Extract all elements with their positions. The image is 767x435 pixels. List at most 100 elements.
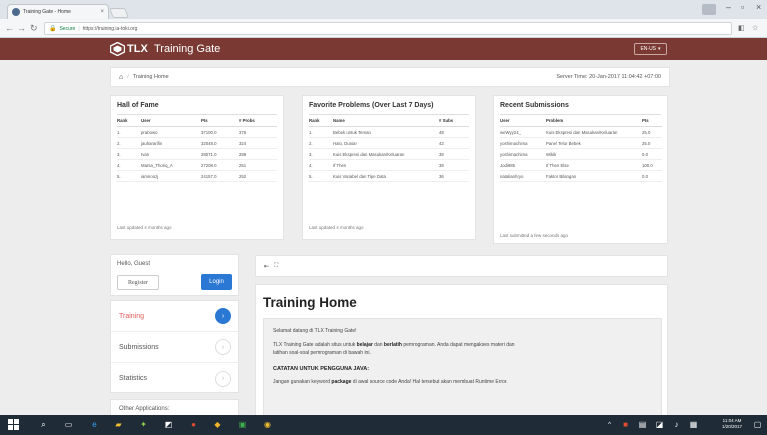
- minimize-icon[interactable]: –: [726, 2, 731, 12]
- collapse-sidebar-icon[interactable]: ⇤: [264, 263, 269, 270]
- back-icon[interactable]: ←: [5, 23, 14, 33]
- file-explorer-icon[interactable]: ▰: [113, 419, 124, 430]
- recent-submissions-card: Recent Submissions User Problem Pts weWy…: [493, 95, 668, 244]
- home-icon[interactable]: ⌂: [119, 74, 123, 81]
- url-input[interactable]: 🔒 Secure | https://training.ia-toki.org: [44, 22, 732, 35]
- sidebar-menu: Training › Submissions › Statistics ›: [110, 300, 239, 393]
- tray-volume-icon[interactable]: ◪: [654, 419, 665, 430]
- taskbar-clock[interactable]: 11:04 AM 1/20/2017: [722, 418, 742, 430]
- table-row: 1. Bebek untuk Teman 48: [309, 126, 469, 138]
- problem-link[interactable]: If Then: [333, 159, 439, 171]
- user-link[interactable]: jauhararifin: [141, 137, 201, 149]
- user-link[interactable]: yoshimachima: [500, 137, 546, 149]
- problem-link[interactable]: Panel Telur Bebek: [546, 137, 642, 149]
- bookmark-star-icon[interactable]: ☆: [752, 24, 758, 32]
- brand-name[interactable]: TLX: [127, 43, 148, 55]
- other-applications-label: Other Applications:: [119, 406, 170, 412]
- rank-cell: 3.: [309, 148, 333, 160]
- user-link[interactable]: iamnoozj: [141, 170, 201, 182]
- table-header-row: Rank User Pts # Probs: [117, 118, 277, 127]
- problem-link[interactable]: Bebek untuk Teman: [333, 126, 439, 138]
- tray-network-icon[interactable]: ▤: [637, 419, 648, 430]
- notifications-icon[interactable]: ▢: [752, 419, 763, 430]
- maximize-icon[interactable]: ▫: [741, 2, 744, 12]
- chevron-right-icon: ›: [215, 370, 231, 387]
- table-row: Jodi985 If Then Else 100.0: [500, 159, 662, 171]
- brand-subtitle[interactable]: Training Gate: [154, 43, 220, 55]
- column-header: Pts: [201, 118, 239, 127]
- favorite-problems-card: Favorite Problems (Over Last 7 Days) Ran…: [302, 95, 476, 240]
- intro-and: dan: [374, 342, 383, 348]
- reload-icon[interactable]: ↻: [30, 23, 38, 34]
- sidebar-item-training[interactable]: Training ›: [111, 301, 238, 332]
- subs-cell: 48: [439, 126, 469, 138]
- task-view-icon[interactable]: ▭: [63, 419, 74, 430]
- user-link[interactable]: prabowo: [141, 126, 201, 138]
- tray-keyboard-icon[interactable]: ▦: [688, 419, 699, 430]
- rank-cell: 5.: [117, 170, 141, 182]
- register-button[interactable]: Register: [117, 275, 159, 290]
- problem-link[interactable]: Kuis Ekspresi dan Masukan/Keluaran: [546, 126, 642, 138]
- table-row: 2. Halo, Dunia! 42: [309, 137, 469, 149]
- language-label: EN-US: [640, 46, 657, 52]
- user-link[interactable]: Ivan: [141, 148, 201, 160]
- sidebar-item-submissions[interactable]: Submissions ›: [111, 332, 238, 363]
- column-header: Problem: [546, 118, 642, 127]
- profile-icon[interactable]: [702, 4, 716, 15]
- problem-link[interactable]: If Then Else: [546, 159, 642, 171]
- app-green-icon[interactable]: ▣: [237, 419, 248, 430]
- user-link[interactable]: natalianhryo: [500, 170, 546, 182]
- problem-link[interactable]: Kuis Ekspresi dan Masukan/Keluaran: [333, 148, 439, 160]
- user-link[interactable]: Marsa_Thoriq_A: [141, 159, 201, 171]
- intro-bold-practice: berlatih: [383, 342, 402, 348]
- chevron-down-icon: ▾: [658, 46, 661, 52]
- user-link[interactable]: yoshimachima: [500, 148, 546, 160]
- problem-link[interactable]: Wikik: [546, 148, 642, 160]
- app-icon[interactable]: ◩: [163, 419, 174, 430]
- problem-link[interactable]: Halo, Dunia!: [333, 137, 439, 149]
- store-icon[interactable]: ✦: [138, 419, 149, 430]
- column-header: User: [141, 118, 201, 127]
- search-icon[interactable]: ⌕: [38, 419, 49, 430]
- new-tab-button[interactable]: [109, 8, 129, 18]
- tray-app-icon[interactable]: ■: [620, 419, 631, 430]
- forward-icon[interactable]: →: [17, 23, 26, 33]
- chevron-right-icon: ›: [215, 339, 231, 355]
- tray-chevron-icon[interactable]: ^: [604, 419, 615, 430]
- tlx-logo-icon[interactable]: [110, 42, 125, 56]
- table-header-row: User Problem Pts: [500, 118, 662, 127]
- table-row: yoshimachima Wikik 0.0: [500, 148, 662, 160]
- chrome-icon[interactable]: ●: [188, 419, 199, 430]
- tray-speaker-icon[interactable]: ♪: [671, 419, 682, 430]
- clock-date: 1/20/2017: [722, 424, 743, 429]
- login-button[interactable]: Login: [201, 274, 232, 290]
- extension-icon[interactable]: ◧: [738, 24, 745, 32]
- points-cell: 27208.0: [201, 159, 239, 171]
- user-link[interactable]: Jodi985: [500, 159, 546, 171]
- rank-cell: 2.: [117, 137, 141, 149]
- app-orange-icon[interactable]: ◉: [262, 419, 273, 430]
- probs-cell: 252: [239, 170, 277, 182]
- intro-prefix: TLX Training Gate adalah situs untuk: [273, 342, 356, 348]
- app-yellow-icon[interactable]: ◆: [212, 419, 223, 430]
- problem-link[interactable]: Faktor Bilangan: [546, 170, 642, 182]
- table-row: 5. Kuis Variabel dan Tipe Data 36: [309, 170, 469, 182]
- breadcrumb-item[interactable]: Training Home: [133, 74, 169, 80]
- user-link[interactable]: weWyy24_: [500, 126, 546, 138]
- expand-icon[interactable]: ⛶: [274, 263, 278, 270]
- rank-cell: 2.: [309, 137, 333, 149]
- sidebar-item-statistics[interactable]: Statistics ›: [111, 363, 238, 394]
- other-applications-card: Other Applications:: [110, 399, 239, 415]
- lock-icon: 🔒: [49, 26, 57, 32]
- browser-tab[interactable]: Training Gate - Home ×: [7, 4, 109, 19]
- windows-start-icon[interactable]: [8, 419, 19, 430]
- close-window-icon[interactable]: ×: [756, 2, 761, 12]
- java-note-suffix: di awal source code Anda! Hal tersebut a…: [352, 379, 508, 385]
- tab-title: Training Gate - Home: [23, 9, 71, 15]
- edge-icon[interactable]: e: [89, 419, 100, 430]
- points-cell: 25.0: [642, 137, 662, 149]
- language-dropdown[interactable]: EN-US ▾: [634, 43, 667, 55]
- problem-link[interactable]: Kuis Variabel dan Tipe Data: [333, 170, 439, 182]
- table-row: 3. Kuis Ekspresi dan Masukan/Keluaran 38: [309, 148, 469, 160]
- tab-close-icon[interactable]: ×: [100, 9, 104, 15]
